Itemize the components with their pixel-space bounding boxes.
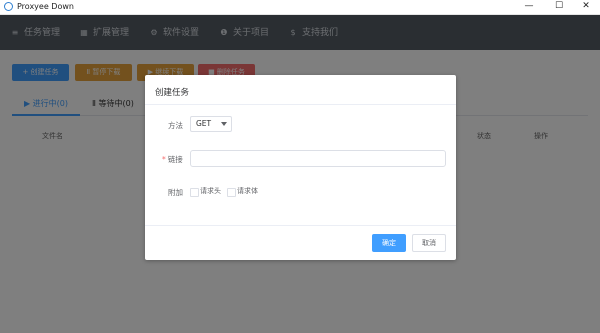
app-logo-icon [4,2,13,11]
confirm-button[interactable]: 确定 [372,234,406,252]
dialog-header-divider [145,104,456,105]
caret-down-icon [221,122,227,126]
method-label: 方法 [168,121,183,130]
window-title: Proxyee Down [17,2,74,11]
request-header-checkbox[interactable] [190,188,199,197]
request-header-label[interactable]: 请求头 [200,186,221,196]
link-label-row: * 链接 [162,154,183,165]
create-task-dialog: 创建任务 方法 GET * 链接 附加 请求头 请求体 确定 取消 [145,75,456,260]
method-select[interactable]: GET [190,116,232,132]
maximize-button[interactable]: ☐ [545,0,573,14]
minimize-button[interactable]: — [515,0,543,14]
dialog-footer-divider [145,225,456,226]
title-bar: Proxyee Down — ☐ ✕ [0,0,600,15]
dialog-title: 创建任务 [155,88,190,98]
close-window-button[interactable]: ✕ [572,0,600,14]
link-input[interactable] [190,150,446,167]
request-body-checkbox[interactable] [227,188,236,197]
method-value: GET [196,119,212,128]
request-body-label[interactable]: 请求体 [237,186,258,196]
cancel-button[interactable]: 取消 [412,234,446,252]
link-label: 链接 [167,155,183,164]
required-mark: * [162,155,166,164]
extra-label: 附加 [168,188,183,197]
